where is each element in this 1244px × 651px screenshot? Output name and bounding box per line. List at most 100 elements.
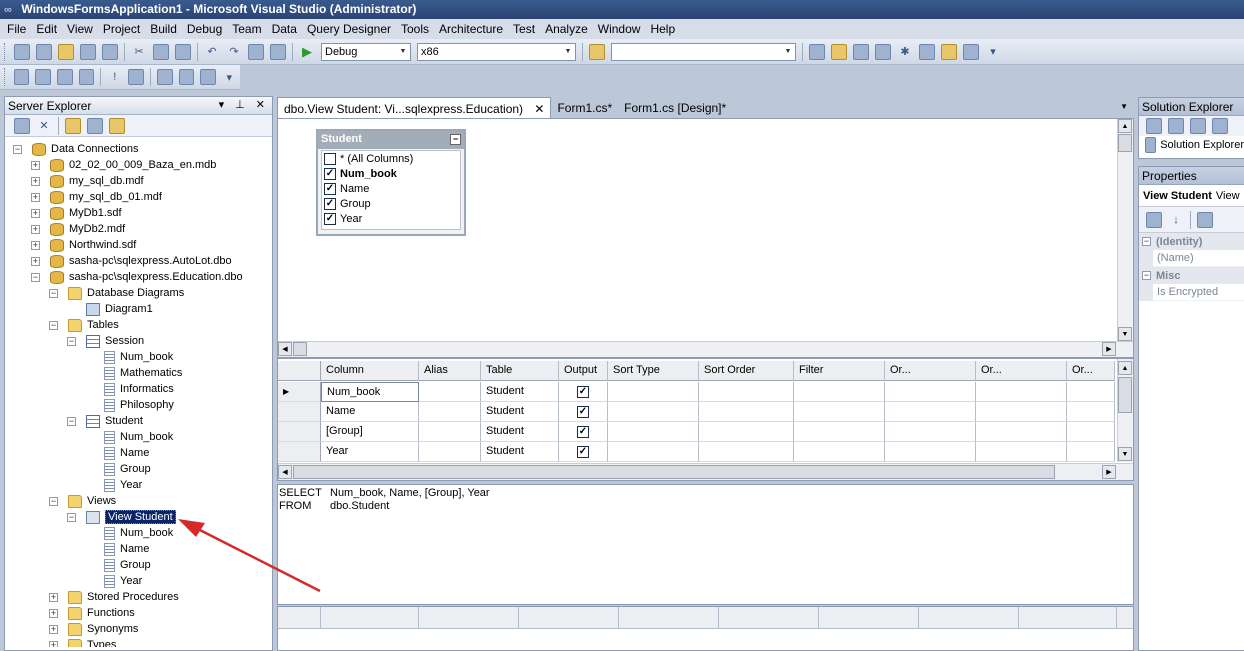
cell-empty[interactable] <box>976 382 1067 402</box>
object-browser-icon[interactable] <box>853 43 869 60</box>
expand-icon[interactable]: + <box>31 224 40 234</box>
paste-icon[interactable] <box>175 43 191 60</box>
column-header[interactable]: Column <box>321 361 419 381</box>
diagram-vertical-scrollbar[interactable]: ▲ ▼ <box>1117 119 1133 341</box>
start-page-icon[interactable] <box>919 43 935 60</box>
close-icon[interactable]: ✕ <box>534 102 544 116</box>
cell-table[interactable]: Student <box>481 422 559 442</box>
column-header[interactable]: Or... <box>1067 361 1115 381</box>
tree-node[interactable]: − Student <box>67 413 143 429</box>
column-header[interactable]: Alias <box>419 361 481 381</box>
diagram-column-row[interactable]: ✓ Num_book <box>322 166 460 181</box>
expand-icon[interactable]: + <box>49 624 58 634</box>
cell-empty[interactable] <box>1067 442 1115 462</box>
cell-output[interactable]: ✓ <box>559 382 608 402</box>
show-all-files-icon[interactable] <box>1168 118 1184 134</box>
column-header[interactable]: Filter <box>794 361 885 381</box>
collapse-icon[interactable]: − <box>49 288 58 298</box>
new-project-icon[interactable] <box>14 43 30 60</box>
cell-table[interactable]: Student <box>481 382 559 402</box>
property-category[interactable]: − Misc <box>1139 267 1244 284</box>
cell-column[interactable]: Year <box>321 442 419 462</box>
toolbar-options-icon[interactable]: ▾ <box>985 44 1001 60</box>
cell-empty[interactable] <box>608 442 699 462</box>
save-all-icon[interactable] <box>102 43 118 60</box>
view-code-icon[interactable] <box>1212 118 1228 134</box>
menu-architecture[interactable]: Architecture <box>434 22 508 36</box>
menu-test[interactable]: Test <box>508 22 540 36</box>
expand-icon[interactable]: + <box>31 192 40 202</box>
save-icon[interactable] <box>80 43 96 60</box>
properties-header[interactable]: Properties <box>1139 167 1244 185</box>
menu-data[interactable]: Data <box>267 22 302 36</box>
sql-pane[interactable]: SELECT Num_book, Name, [Group], Year FRO… <box>277 484 1134 605</box>
collapse-icon[interactable]: − <box>49 320 58 330</box>
row-selector[interactable] <box>278 402 321 422</box>
tree-node[interactable]: +02_02_00_009_Baza_en.mdb <box>31 157 216 173</box>
cell-empty[interactable] <box>1067 382 1115 402</box>
column-checkbox[interactable]: ✓ <box>324 212 336 225</box>
criteria-vertical-scrollbar[interactable]: ▲ ▼ <box>1117 359 1133 462</box>
output-checkbox[interactable]: ✓ <box>577 386 589 398</box>
collapse-icon[interactable]: − <box>67 512 76 522</box>
expand-icon[interactable]: + <box>31 208 40 218</box>
diagram-pane[interactable]: Student − * (All Columns) ✓ Num_book ✓ Name ✓… <box>277 118 1134 358</box>
show-diagram-pane-icon[interactable] <box>13 69 30 85</box>
cell-alias[interactable] <box>419 442 481 462</box>
execute-sql-icon[interactable]: ! <box>107 69 122 85</box>
copy-icon[interactable] <box>153 43 169 60</box>
platform-combo[interactable]: x86 ▼ <box>417 42 576 61</box>
tree-node[interactable]: Num_book <box>85 349 173 365</box>
properties-icon[interactable] <box>831 43 847 60</box>
cell-empty[interactable] <box>1067 422 1115 442</box>
cell-empty[interactable] <box>699 402 794 422</box>
active-files-menu-icon[interactable]: ▼ <box>1120 102 1128 111</box>
tree-node[interactable]: Group <box>85 461 151 477</box>
tree-node[interactable]: + Types <box>49 637 116 647</box>
collapse-icon[interactable]: − <box>450 134 461 145</box>
group-by-icon[interactable] <box>156 69 173 85</box>
cell-column[interactable]: Name <box>321 402 419 422</box>
scroll-down-icon[interactable]: ▼ <box>1118 447 1132 461</box>
tree-node[interactable]: Num_book <box>85 429 173 445</box>
column-header[interactable]: Table <box>481 361 559 381</box>
menu-window[interactable]: Window <box>593 22 646 36</box>
menu-help[interactable]: Help <box>645 22 680 36</box>
column-checkbox[interactable]: ✓ <box>324 167 336 180</box>
redo-icon[interactable]: ↷ <box>226 44 242 60</box>
criteria-row[interactable]: Year Student ✓ <box>278 442 1115 462</box>
tree-node[interactable]: Name <box>85 445 149 461</box>
cell-column[interactable]: Num_book <box>321 382 419 402</box>
expand-icon[interactable]: + <box>31 256 40 266</box>
add-derived-table-icon[interactable] <box>200 69 216 85</box>
tab-form1-cs[interactable]: Form1.cs* <box>551 97 618 118</box>
connect-to-database-icon[interactable] <box>65 117 81 134</box>
extension-manager-icon[interactable] <box>941 43 957 60</box>
tree-node[interactable]: − Database Diagrams <box>49 285 184 301</box>
toolbar-grip[interactable] <box>4 42 7 61</box>
show-sql-pane-icon[interactable] <box>57 69 73 85</box>
tree-node[interactable]: − Data Connections <box>13 141 138 157</box>
tree-node[interactable]: + Synonyms <box>49 621 138 637</box>
tree-node[interactable]: Year <box>85 573 142 589</box>
find-in-files-icon[interactable] <box>589 43 605 60</box>
cell-empty[interactable] <box>699 442 794 462</box>
expand-icon[interactable]: + <box>49 608 58 618</box>
collapse-icon[interactable]: − <box>31 272 40 282</box>
cell-empty[interactable] <box>1067 402 1115 422</box>
tree-node[interactable]: − Session <box>67 333 144 349</box>
tree-node[interactable]: Name <box>85 541 149 557</box>
diagram-column-row[interactable]: * (All Columns) <box>322 151 460 166</box>
output-checkbox[interactable]: ✓ <box>577 426 589 438</box>
tree-node[interactable]: Diagram1 <box>67 301 153 317</box>
cell-empty[interactable] <box>699 422 794 442</box>
scroll-right-icon[interactable]: ▶ <box>1102 465 1116 479</box>
show-criteria-pane-icon[interactable] <box>35 69 51 85</box>
tree-node[interactable]: + Functions <box>49 605 135 621</box>
row-selector[interactable] <box>278 422 321 442</box>
show-results-pane-icon[interactable] <box>78 69 95 85</box>
scroll-left-icon[interactable]: ◀ <box>278 342 292 356</box>
menu-analyze[interactable]: Analyze <box>540 22 593 36</box>
tree-node[interactable]: + MyDb1.sdf <box>31 205 122 221</box>
cut-icon[interactable]: ✂ <box>131 44 147 60</box>
